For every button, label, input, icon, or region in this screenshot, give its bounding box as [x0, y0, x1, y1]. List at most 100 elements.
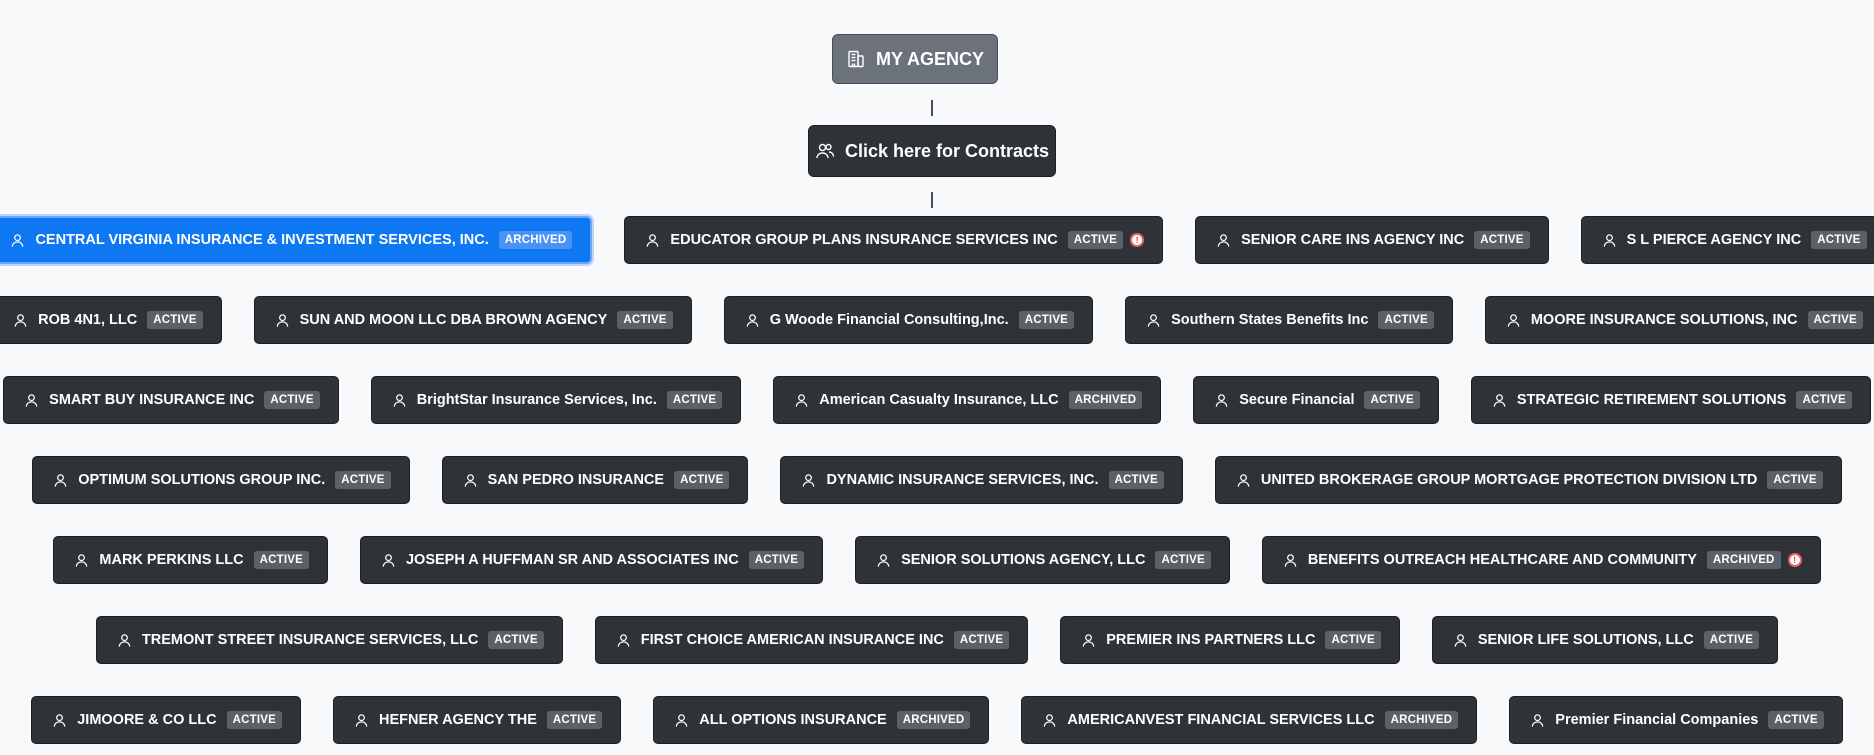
- agency-node[interactable]: TREMONT STREET INSURANCE SERVICES, LLC AC…: [95, 616, 563, 664]
- agency-name: DYNAMIC INSURANCE SERVICES, INC.: [826, 472, 1099, 488]
- user-icon: [1506, 313, 1521, 328]
- my-agency-node[interactable]: MY AGENCY: [832, 34, 998, 84]
- agency-node[interactable]: STRATEGIC RETIREMENT SOLUTIONS ACTIVE: [1470, 376, 1871, 424]
- status-badge: ACTIVE: [666, 391, 723, 409]
- user-icon: [616, 633, 631, 648]
- agency-node[interactable]: ROB 4N1, LLC ACTIVE: [0, 296, 222, 344]
- user-icon: [392, 393, 407, 408]
- user-icon: [1146, 313, 1161, 328]
- agency-node[interactable]: DYNAMIC INSURANCE SERVICES, INC. ACTIVE: [780, 456, 1183, 504]
- agency-name: MARK PERKINS LLC: [99, 552, 244, 568]
- user-icon: [745, 313, 760, 328]
- agency-node[interactable]: American Casualty Insurance, LLC ARCHIVED: [773, 376, 1162, 424]
- user-icon: [117, 633, 132, 648]
- agency-node[interactable]: MARK PERKINS LLC ACTIVE: [53, 536, 328, 584]
- status-badge: ACTIVE: [748, 551, 805, 569]
- agency-name: JOSEPH A HUFFMAN SR AND ASSOCIATES INC: [405, 552, 739, 568]
- user-icon: [52, 713, 67, 728]
- contracts-button[interactable]: Click here for Contracts: [808, 125, 1056, 177]
- agency-name: SMART BUY INSURANCE INC: [49, 392, 255, 408]
- status-badge: ACTIVE: [1108, 471, 1164, 489]
- agency-node[interactable]: PREMIER INS PARTNERS LLC ACTIVE: [1060, 616, 1400, 664]
- agency-row: MARK PERKINS LLC ACTIVE JOSEPH A HUFFMAN S…: [0, 536, 1874, 584]
- status-badge: ACTIVE: [1703, 631, 1760, 649]
- agency-name: SENIOR CARE INS AGENCY INC: [1241, 232, 1465, 248]
- agency-name: STRATEGIC RETIREMENT SOLUTIONS: [1516, 392, 1787, 408]
- agency-name: Secure Financial: [1239, 392, 1355, 408]
- status-badge: ACTIVE: [1155, 551, 1211, 569]
- status-badge: ACTIVE: [335, 471, 391, 489]
- agency-name: S L PIERCE AGENCY INC: [1626, 232, 1802, 248]
- agency-name: G Woode Financial Consulting,Inc.: [769, 312, 1009, 328]
- user-icon: [10, 233, 25, 248]
- user-icon: [1216, 233, 1231, 248]
- agency-name: CENTRAL VIRGINIA INSURANCE & INVESTMENT …: [35, 232, 489, 248]
- agency-node[interactable]: SENIOR CARE INS AGENCY INC ACTIVE: [1195, 216, 1549, 264]
- agency-name: AMERICANVEST FINANCIAL SERVICES LLC: [1067, 712, 1375, 728]
- agency-node[interactable]: SENIOR SOLUTIONS AGENCY, LLC ACTIVE: [855, 536, 1230, 584]
- status-badge: ACTIVE: [147, 311, 203, 329]
- user-icon: [1081, 633, 1096, 648]
- agency-node[interactable]: BrightStar Insurance Services, Inc. ACTIV…: [370, 376, 742, 424]
- user-icon: [74, 553, 89, 568]
- agency-name: ALL OPTIONS INSURANCE: [699, 712, 887, 728]
- agency-row: ROB 4N1, LLC ACTIVE SUN AND MOON LLC DBA B…: [0, 296, 1874, 344]
- agency-node[interactable]: UNITED BROKERAGE GROUP MORTGAGE PROTECTI…: [1214, 456, 1842, 504]
- status-badge: ARCHIVED: [498, 231, 573, 249]
- agency-name: UNITED BROKERAGE GROUP MORTGAGE PROTECTI…: [1260, 472, 1758, 488]
- status-badge: ARCHIVED: [1384, 711, 1459, 729]
- agency-node[interactable]: S L PIERCE AGENCY INC ACTIVE: [1580, 216, 1874, 264]
- status-badge: ACTIVE: [1796, 391, 1852, 409]
- status-badge: ACTIVE: [264, 391, 320, 409]
- agency-name: American Casualty Insurance, LLC: [819, 392, 1059, 408]
- agency-node[interactable]: SMART BUY INSURANCE INC ACTIVE: [3, 376, 339, 424]
- agency-node[interactable]: FIRST CHOICE AMERICAN INSURANCE INC ACTIV…: [594, 616, 1029, 664]
- agency-node[interactable]: MOORE INSURANCE SOLUTIONS, INC ACTIVE: [1484, 296, 1874, 344]
- agency-row: SMART BUY INSURANCE INC ACTIVE BrightStar …: [0, 376, 1874, 424]
- agency-name: TREMONT STREET INSURANCE SERVICES, LLC: [141, 632, 479, 648]
- agency-node[interactable]: ALL OPTIONS INSURANCE ARCHIVED: [653, 696, 990, 744]
- agency-node[interactable]: SAN PEDRO INSURANCE ACTIVE: [441, 456, 749, 504]
- tree-connector-1: [931, 100, 933, 116]
- contracts-label: Click here for Contracts: [844, 140, 1050, 161]
- user-icon: [1602, 233, 1617, 248]
- user-icon: [674, 713, 689, 728]
- agency-node[interactable]: HEFNER AGENCY THE ACTIVE: [332, 696, 622, 744]
- user-icon: [645, 233, 660, 248]
- status-badge: ACTIVE: [253, 551, 309, 569]
- agency-node[interactable]: JOSEPH A HUFFMAN SR AND ASSOCIATES INC AC…: [359, 536, 824, 584]
- agency-name: SENIOR SOLUTIONS AGENCY, LLC: [901, 552, 1146, 568]
- status-badge: ACTIVE: [1364, 391, 1420, 409]
- status-badge: ARCHIVED: [896, 711, 971, 729]
- agency-row: JIMOORE & CO LLC ACTIVE HEFNER AGENCY THE A…: [0, 696, 1874, 744]
- user-icon: [876, 553, 891, 568]
- status-badge: ACTIVE: [617, 311, 673, 329]
- agency-node[interactable]: G Woode Financial Consulting,Inc. ACTIVE: [723, 296, 1094, 344]
- my-agency-label: MY AGENCY: [875, 48, 985, 69]
- agency-name: BENEFITS OUTREACH HEALTHCARE AND COMMUNI…: [1307, 552, 1697, 568]
- agency-node[interactable]: Southern States Benefits Inc ACTIVE: [1125, 296, 1453, 344]
- status-badge: ACTIVE: [1807, 311, 1863, 329]
- user-icon: [53, 473, 68, 488]
- user-icon: [1492, 393, 1507, 408]
- user-icon: [275, 313, 290, 328]
- status-badge: ARCHIVED: [1068, 391, 1143, 409]
- status-badge: ACTIVE: [1018, 311, 1075, 329]
- status-badge: ACTIVE: [488, 631, 544, 649]
- agency-node[interactable]: OPTIMUM SOLUTIONS GROUP INC. ACTIVE: [32, 456, 410, 504]
- agency-node[interactable]: Secure Financial ACTIVE: [1193, 376, 1439, 424]
- agency-node[interactable]: CENTRAL VIRGINIA INSURANCE & INVESTMENT …: [0, 216, 593, 264]
- agency-node[interactable]: EDUCATOR GROUP PLANS INSURANCE SERVICES …: [624, 216, 1164, 264]
- agency-node[interactable]: SUN AND MOON LLC DBA BROWN AGENCY ACTIVE: [253, 296, 692, 344]
- agency-node[interactable]: JIMOORE & CO LLC ACTIVE: [31, 696, 301, 744]
- agency-name: SUN AND MOON LLC DBA BROWN AGENCY: [299, 312, 608, 328]
- user-icon: [354, 713, 369, 728]
- agency-name: HEFNER AGENCY THE: [378, 712, 537, 728]
- agency-node[interactable]: SENIOR LIFE SOLUTIONS, LLC ACTIVE: [1431, 616, 1779, 664]
- agency-row: CENTRAL VIRGINIA INSURANCE & INVESTMENT …: [0, 216, 1874, 264]
- user-icon: [381, 553, 396, 568]
- agency-node[interactable]: AMERICANVEST FINANCIAL SERVICES LLC ARCHI…: [1021, 696, 1478, 744]
- agency-node[interactable]: BENEFITS OUTREACH HEALTHCARE AND COMMUNI…: [1261, 536, 1821, 584]
- alert-icon: !: [1787, 553, 1802, 567]
- agency-node[interactable]: Premier Financial Companies ACTIVE: [1509, 696, 1843, 744]
